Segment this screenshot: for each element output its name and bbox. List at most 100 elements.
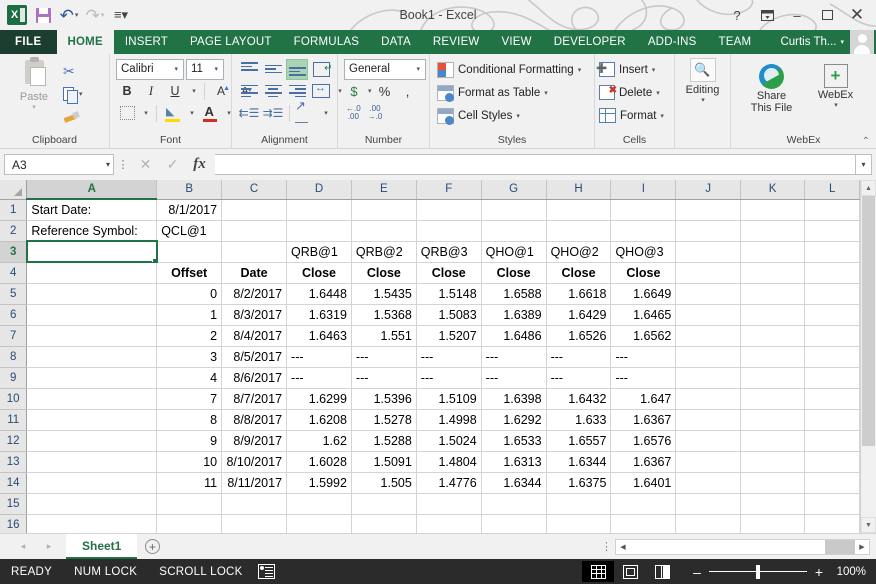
cell-F11[interactable]: 1.4998 [416,409,482,431]
cell-K2[interactable] [740,220,806,242]
percent-format-button[interactable]: % [375,81,395,101]
cell-F8[interactable]: --- [416,346,482,368]
comma-format-button[interactable]: , [398,81,418,101]
page-break-preview-button[interactable] [646,561,678,582]
scroll-down-icon[interactable]: ▼ [861,517,876,533]
cell-L11[interactable] [804,409,860,431]
cell-L10[interactable] [804,388,860,410]
cell-I8[interactable]: --- [610,346,677,368]
cell-I5[interactable]: 1.6649 [610,283,677,305]
column-header-b[interactable]: B [156,180,223,200]
row-header-12[interactable]: 12 [0,430,28,452]
name-box-caret-icon[interactable]: ▾ [106,160,110,169]
zoom-out-button[interactable]: – [692,564,702,580]
chevron-down-icon[interactable]: ▾ [413,65,423,73]
cell-F14[interactable]: 1.4776 [416,472,482,494]
font-size-input[interactable]: 11 ▾ [186,58,224,80]
cell-I1[interactable] [610,199,677,221]
cell-D13[interactable]: 1.6028 [286,451,352,473]
horizontal-scroll-thumb[interactable] [630,539,840,554]
chevron-down-icon[interactable]: ▾ [652,66,656,74]
cell-A16[interactable] [26,514,158,533]
chevron-down-icon[interactable]: ▾ [516,112,520,120]
cell-J12[interactable] [675,430,741,452]
cell-B8[interactable]: 3 [156,346,223,368]
cell-G11[interactable]: 1.6292 [481,409,547,431]
cell-K13[interactable] [740,451,806,473]
tab-page-layout[interactable]: PAGE LAYOUT [179,30,283,54]
cell-D4[interactable]: Close [286,262,352,284]
align-center-button[interactable] [262,81,284,102]
tab-formulas[interactable]: FORMULAS [283,30,371,54]
cell-C1[interactable] [221,199,288,221]
align-left-button[interactable] [238,81,260,102]
row-header-8[interactable]: 8 [0,346,28,368]
cell-K8[interactable] [740,346,806,368]
cell-J14[interactable] [675,472,741,494]
cell-F12[interactable]: 1.5024 [416,430,482,452]
cell-B10[interactable]: 7 [156,388,223,410]
cell-C7[interactable]: 8/4/2017 [221,325,288,347]
cell-H4[interactable]: Close [546,262,612,284]
cell-I2[interactable] [610,220,677,242]
cell-H5[interactable]: 1.6618 [546,283,612,305]
scroll-right-icon[interactable]: ▶ [855,543,869,551]
cell-A9[interactable] [26,367,158,389]
insert-cells-button[interactable]: ➕ Insert ▾ [596,58,657,81]
cell-C15[interactable] [221,493,288,515]
tab-view[interactable]: VIEW [491,30,543,54]
cell-E12[interactable]: 1.5288 [351,430,417,452]
cell-K15[interactable] [740,493,806,515]
enter-icon[interactable]: ✓ [159,154,186,176]
cell-K6[interactable] [740,304,806,326]
zoom-in-button[interactable]: + [814,564,824,580]
row-header-1[interactable]: 1 [0,199,28,221]
row-header-13[interactable]: 13 [0,451,28,473]
cell-A7[interactable] [26,325,158,347]
name-box[interactable]: A3 ▾ [4,154,114,175]
editing-caret-icon[interactable]: ▾ [701,96,705,104]
cell-E7[interactable]: 1.551 [351,325,417,347]
cell-B14[interactable]: 11 [156,472,223,494]
cell-G4[interactable]: Close [481,262,547,284]
cell-H12[interactable]: 1.6557 [546,430,612,452]
cell-E3[interactable]: QRB@2 [351,241,417,263]
save-icon[interactable] [30,3,56,27]
insert-function-icon[interactable]: fx [186,154,213,176]
cell-A1[interactable]: Start Date: [26,199,158,221]
column-header-i[interactable]: I [610,180,677,200]
tab-insert[interactable]: INSERT [114,30,179,54]
format-painter-button[interactable] [63,107,83,127]
scroll-splitter[interactable]: ⋮ [601,541,612,552]
cell-H15[interactable] [546,493,612,515]
cell-C5[interactable]: 8/2/2017 [221,283,288,305]
cell-C6[interactable]: 8/3/2017 [221,304,288,326]
cell-B9[interactable]: 4 [156,367,223,389]
cell-J7[interactable] [675,325,741,347]
paste-caret-icon[interactable]: ▾ [32,103,36,111]
find-and-select-icon[interactable]: 🔍 [689,58,716,82]
tab-review[interactable]: REVIEW [422,30,491,54]
cell-F15[interactable] [416,493,482,515]
help-button[interactable]: ? [722,2,752,28]
cell-H1[interactable] [546,199,612,221]
chevron-down-icon[interactable]: ▾ [660,112,664,120]
cell-L12[interactable] [804,430,860,452]
scroll-left-icon[interactable]: ◀ [616,543,630,551]
horizontal-scroll-track[interactable] [630,539,855,554]
tab-file[interactable]: FILE [0,30,57,54]
cell-B12[interactable]: 9 [156,430,223,452]
cell-I12[interactable]: 1.6576 [610,430,677,452]
borders-button[interactable] [116,103,138,124]
row-header-16[interactable]: 16 [0,514,28,533]
cell-H10[interactable]: 1.6432 [546,388,612,410]
orientation-button[interactable]: ↗— [295,98,318,129]
cell-H8[interactable]: --- [546,346,612,368]
cell-D1[interactable] [286,199,352,221]
cell-B1[interactable]: 8/1/2017 [156,199,223,221]
row-header-7[interactable]: 7 [0,325,28,347]
column-header-g[interactable]: G [481,180,547,200]
italic-button[interactable]: I [140,81,162,102]
row-header-3[interactable]: 3 [0,241,28,263]
normal-view-button[interactable] [582,561,614,582]
